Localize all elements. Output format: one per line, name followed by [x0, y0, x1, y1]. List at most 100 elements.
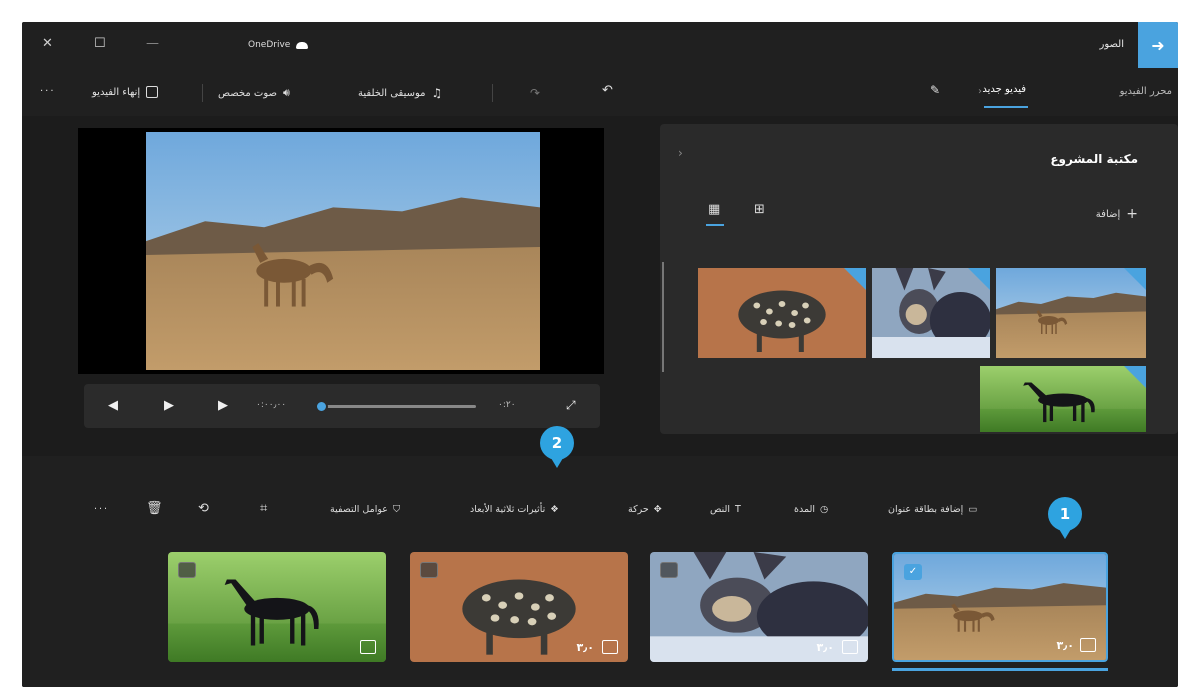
library-item-cat[interactable] — [872, 268, 990, 358]
import-label: إضافة — [1095, 208, 1121, 220]
clip-checkbox[interactable] — [420, 562, 438, 578]
unused-marker — [968, 268, 990, 290]
storyboard-clip-horse[interactable] — [168, 552, 386, 662]
command-bar: ··· إنهاء الفيديو صوت مخصص 🔊︎ موسيقى الخ… — [22, 70, 1178, 116]
clip-checkbox-checked[interactable]: ✓ — [904, 564, 922, 580]
horse-image — [980, 366, 1146, 432]
duration-label: المدة — [794, 504, 815, 515]
unused-marker — [844, 268, 866, 290]
seek-track[interactable] — [316, 405, 476, 408]
selected-clip-indicator — [892, 668, 1108, 671]
minimize-button[interactable]: — — [146, 36, 159, 51]
back-button[interactable]: ➜ — [1138, 22, 1178, 68]
arrow-right-icon: ➜ — [1151, 35, 1165, 55]
clip-checkbox[interactable] — [660, 562, 678, 578]
plus-icon: + — [1126, 206, 1138, 222]
unused-marker — [1124, 268, 1146, 290]
jaguar-image — [698, 268, 866, 358]
background-music-label: موسيقى الخلفية — [358, 87, 426, 99]
finish-video-label: إنهاء الفيديو — [92, 86, 141, 98]
more-button[interactable]: ··· — [40, 86, 56, 97]
custom-audio-button[interactable]: صوت مخصص 🔊︎ — [218, 86, 290, 100]
fullscreen-icon[interactable]: ⤢ — [566, 398, 576, 413]
redo-icon[interactable]: ↷ — [530, 86, 540, 100]
image-icon — [1080, 638, 1096, 652]
custom-audio-label: صوت مخصص — [218, 87, 277, 99]
background-music-button[interactable]: موسيقى الخلفية ♫ — [358, 86, 442, 100]
cat-image — [650, 552, 868, 662]
3d-effects-label: تأثيرات ثلاثية الأبعاد — [470, 504, 546, 515]
library-scrollbar[interactable] — [662, 262, 664, 372]
current-time: ٠:٠٠٫٠٠ — [256, 400, 287, 410]
duration-button[interactable]: المدة ◷ — [794, 504, 828, 515]
view-selected-underline — [706, 224, 724, 226]
image-icon — [602, 640, 618, 654]
maximize-button[interactable]: ☐ — [94, 36, 106, 51]
library-title: مكتبة المشروع — [1050, 152, 1138, 166]
text-label: النص — [710, 504, 731, 515]
app-title: الصور — [1099, 39, 1125, 50]
add-title-card-label: إضافة بطاقة عنوان — [888, 504, 964, 515]
camel-image — [894, 554, 1106, 660]
storyboard-clip-camel-selected[interactable]: ✓ ٣٫٠ — [892, 552, 1108, 662]
storyboard-clip-jaguar[interactable]: ٣٫٠ — [410, 552, 628, 662]
3d-effects-button[interactable]: تأثيرات ثلاثية الأبعاد ❖ — [470, 504, 559, 515]
undo-icon[interactable]: ↶ — [602, 83, 613, 98]
add-title-card-button[interactable]: إضافة بطاقة عنوان ▭ — [888, 504, 977, 515]
unused-marker — [1124, 366, 1146, 388]
onedrive-status[interactable]: OneDrive — [248, 40, 309, 50]
filter-icon: ⛉ — [392, 504, 401, 515]
close-button[interactable]: ✕ — [42, 36, 53, 51]
title-card-icon: ▭ — [968, 504, 978, 515]
onedrive-label: OneDrive — [248, 40, 291, 50]
grid-large-view-icon[interactable]: ▦ — [708, 202, 720, 217]
callout-badge-2: 2 — [540, 426, 574, 468]
finish-video-button[interactable]: إنهاء الفيديو — [92, 86, 159, 98]
text-button[interactable]: النص T — [710, 504, 741, 515]
library-item-horse[interactable] — [980, 366, 1146, 432]
title-bar: ✕ ☐ — OneDrive الصور ➜ — [22, 22, 1178, 70]
filters-label: عوامل التصفية — [330, 504, 388, 515]
3d-effects-icon: ❖ — [550, 504, 559, 515]
delete-icon[interactable]: 🗑︎ — [146, 501, 163, 516]
motion-button[interactable]: حركة ✥ — [628, 504, 662, 515]
storyboard-more-button[interactable]: ··· — [94, 504, 109, 515]
total-time: ٠:٢٠ — [498, 400, 516, 410]
seek-thumb[interactable] — [315, 400, 329, 413]
photos-app-window: ✕ ☐ — OneDrive الصور ➜ ··· إنهاء الفيديو… — [22, 22, 1178, 687]
cloud-icon — [296, 41, 309, 49]
breadcrumb-chevron-icon: › — [978, 86, 982, 97]
breadcrumb-current: فيديو جديد — [982, 84, 1026, 95]
filters-button[interactable]: عوامل التصفية ⛉ — [330, 504, 400, 515]
clip-checkbox[interactable] — [178, 562, 196, 578]
speaker-icon: 🔊︎ — [282, 86, 290, 99]
collapse-chevron-icon[interactable]: › — [678, 146, 683, 160]
image-icon — [360, 640, 376, 654]
next-frame-icon[interactable]: ▶ — [218, 398, 228, 413]
motion-icon: ✥ — [653, 504, 662, 515]
library-item-jaguar[interactable] — [698, 268, 866, 358]
clock-icon: ◷ — [820, 504, 829, 515]
breadcrumb-root[interactable]: محرر الفيديو — [1120, 86, 1172, 97]
crop-icon[interactable]: ⌗ — [260, 501, 267, 516]
horse-image — [168, 552, 386, 662]
callout-badge-1: 1 — [1048, 497, 1082, 539]
video-preview[interactable] — [78, 128, 604, 374]
image-icon — [842, 640, 858, 654]
play-icon[interactable]: ▶ — [164, 398, 174, 413]
preview-frame-camel — [146, 132, 540, 370]
library-item-camel[interactable] — [996, 268, 1146, 358]
pencil-icon[interactable]: ✎ — [930, 83, 940, 97]
separator — [202, 84, 203, 102]
clip-duration: ٣٫٠ — [816, 641, 834, 654]
export-icon — [146, 86, 159, 98]
storyboard-clip-cat[interactable]: ٣٫٠ — [650, 552, 868, 662]
jaguar-image — [410, 552, 628, 662]
rotate-icon[interactable]: ⟲ — [198, 501, 209, 516]
import-button[interactable]: إضافة + — [1096, 206, 1138, 222]
text-icon: T — [735, 504, 741, 515]
grid-small-view-icon[interactable]: ⊞ — [754, 202, 765, 217]
project-library-panel: › مكتبة المشروع إضافة + ▦ ⊞ — [660, 124, 1178, 434]
previous-frame-icon[interactable]: ◀ — [108, 398, 118, 413]
breadcrumb-underline — [984, 106, 1028, 108]
